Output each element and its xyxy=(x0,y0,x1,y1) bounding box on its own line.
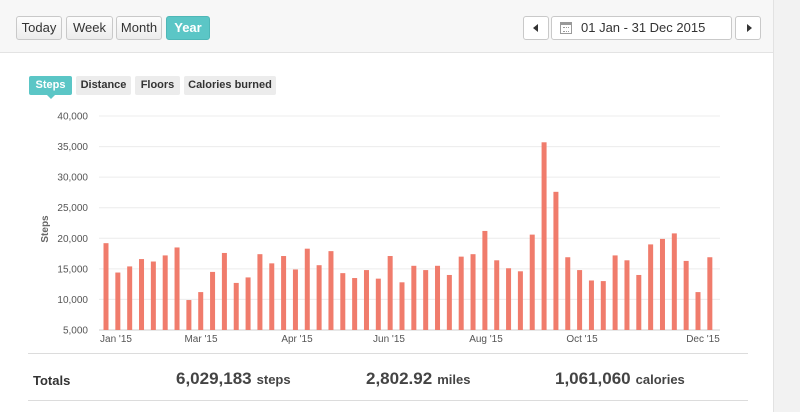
total-steps-unit: steps xyxy=(256,372,291,387)
bar[interactable] xyxy=(588,280,594,330)
y-tick-label: 15,000 xyxy=(57,264,88,275)
bar[interactable] xyxy=(659,238,665,330)
total-steps: 6,029,183 steps xyxy=(176,369,291,389)
bar[interactable] xyxy=(352,278,358,330)
total-calories-value: 1,061,060 xyxy=(555,369,631,388)
bar[interactable] xyxy=(363,270,369,330)
x-tick-label: Jan '15 xyxy=(100,334,132,345)
chevron-left-icon xyxy=(533,24,538,32)
bar[interactable] xyxy=(127,266,133,330)
date-range-text: 01 Jan - 31 Dec 2015 xyxy=(581,20,706,35)
bar[interactable] xyxy=(304,248,310,330)
y-axis-label: Steps xyxy=(40,215,51,243)
bar[interactable] xyxy=(553,191,559,330)
bar[interactable] xyxy=(292,269,298,330)
x-tick-label: Aug '15 xyxy=(469,334,503,345)
bar[interactable] xyxy=(577,270,583,330)
x-tick-label: Oct '15 xyxy=(566,334,598,345)
bar[interactable] xyxy=(387,256,393,330)
x-tick-label: Dec '15 xyxy=(686,334,720,345)
bar[interactable] xyxy=(150,261,156,330)
bar[interactable] xyxy=(529,234,535,330)
bar[interactable] xyxy=(233,282,239,330)
total-calories: 1,061,060 calories xyxy=(555,369,685,389)
x-tick-label: Apr '15 xyxy=(281,334,313,345)
x-tick-label: Jun '15 xyxy=(373,334,405,345)
bar[interactable] xyxy=(316,265,322,330)
bar[interactable] xyxy=(375,278,381,330)
bar[interactable] xyxy=(245,277,251,330)
bar[interactable] xyxy=(269,263,275,330)
y-tick-label: 25,000 xyxy=(57,203,88,214)
bar[interactable] xyxy=(671,233,677,330)
bar[interactable] xyxy=(210,271,216,330)
tab-calories-burned[interactable]: Calories burned xyxy=(184,76,276,95)
year-button[interactable]: Year xyxy=(166,16,210,40)
bar[interactable] xyxy=(399,282,405,330)
bar[interactable] xyxy=(482,230,488,330)
tab-distance[interactable]: Distance xyxy=(76,76,131,95)
total-calories-unit: calories xyxy=(635,372,685,387)
date-range-picker[interactable]: 01 Jan - 31 Dec 2015 xyxy=(551,16,732,40)
tab-floors[interactable]: Floors xyxy=(135,76,180,95)
bar[interactable] xyxy=(707,257,713,330)
total-miles: 2,802.92 miles xyxy=(366,369,470,389)
total-steps-value: 6,029,183 xyxy=(176,369,252,388)
bar[interactable] xyxy=(257,254,263,330)
steps-bar-chart: 40,000 35,000 30,000 25,000 20,000 15,000 10,0… xyxy=(40,112,720,346)
x-tick-label: Mar '15 xyxy=(184,334,217,345)
bar[interactable] xyxy=(174,247,180,330)
total-miles-value: 2,802.92 xyxy=(366,369,433,388)
bar[interactable] xyxy=(139,259,145,330)
bar[interactable] xyxy=(683,260,689,330)
bar[interactable] xyxy=(636,274,642,330)
bar[interactable] xyxy=(162,255,168,330)
bar[interactable] xyxy=(648,244,654,330)
bar[interactable] xyxy=(103,243,109,330)
bar[interactable] xyxy=(565,257,571,330)
y-tick-label: 40,000 xyxy=(57,112,88,123)
bar[interactable] xyxy=(423,270,429,330)
previous-period-button[interactable] xyxy=(523,16,549,40)
total-miles-unit: miles xyxy=(437,372,471,387)
y-tick-label: 5,000 xyxy=(63,326,88,337)
bar[interactable] xyxy=(115,272,121,330)
activity-panel: Today Week Month Year 01 Jan - 31 Dec 20… xyxy=(0,0,774,412)
next-period-button[interactable] xyxy=(735,16,761,40)
bar[interactable] xyxy=(494,260,500,330)
y-tick-label: 30,000 xyxy=(57,173,88,184)
bar[interactable] xyxy=(541,142,547,330)
bar[interactable] xyxy=(198,292,204,330)
bar[interactable] xyxy=(281,256,287,330)
bar[interactable] xyxy=(186,300,192,330)
bar[interactable] xyxy=(600,281,606,330)
chevron-right-icon xyxy=(747,24,752,32)
bar[interactable] xyxy=(411,265,417,330)
range-toolbar: Today Week Month Year 01 Jan - 31 Dec 20… xyxy=(0,0,773,53)
y-tick-label: 10,000 xyxy=(57,295,88,306)
bar[interactable] xyxy=(506,268,512,330)
bar[interactable] xyxy=(328,251,334,330)
bar[interactable] xyxy=(624,260,630,330)
divider xyxy=(28,353,748,354)
bar[interactable] xyxy=(446,274,452,330)
tab-steps[interactable]: Steps xyxy=(29,76,72,99)
bar[interactable] xyxy=(695,292,701,330)
bar[interactable] xyxy=(458,256,464,330)
week-button[interactable]: Week xyxy=(66,16,113,40)
bar[interactable] xyxy=(612,255,618,330)
calendar-icon xyxy=(560,22,572,34)
bar[interactable] xyxy=(517,271,523,330)
month-button[interactable]: Month xyxy=(116,16,162,40)
divider xyxy=(28,400,748,401)
bar[interactable] xyxy=(340,273,346,330)
bar[interactable] xyxy=(470,254,476,330)
bar[interactable] xyxy=(221,252,227,330)
today-button[interactable]: Today xyxy=(16,16,62,40)
bar[interactable] xyxy=(435,265,441,330)
totals-label: Totals xyxy=(33,373,71,388)
y-tick-label: 35,000 xyxy=(57,142,88,153)
y-tick-label: 20,000 xyxy=(57,234,88,245)
